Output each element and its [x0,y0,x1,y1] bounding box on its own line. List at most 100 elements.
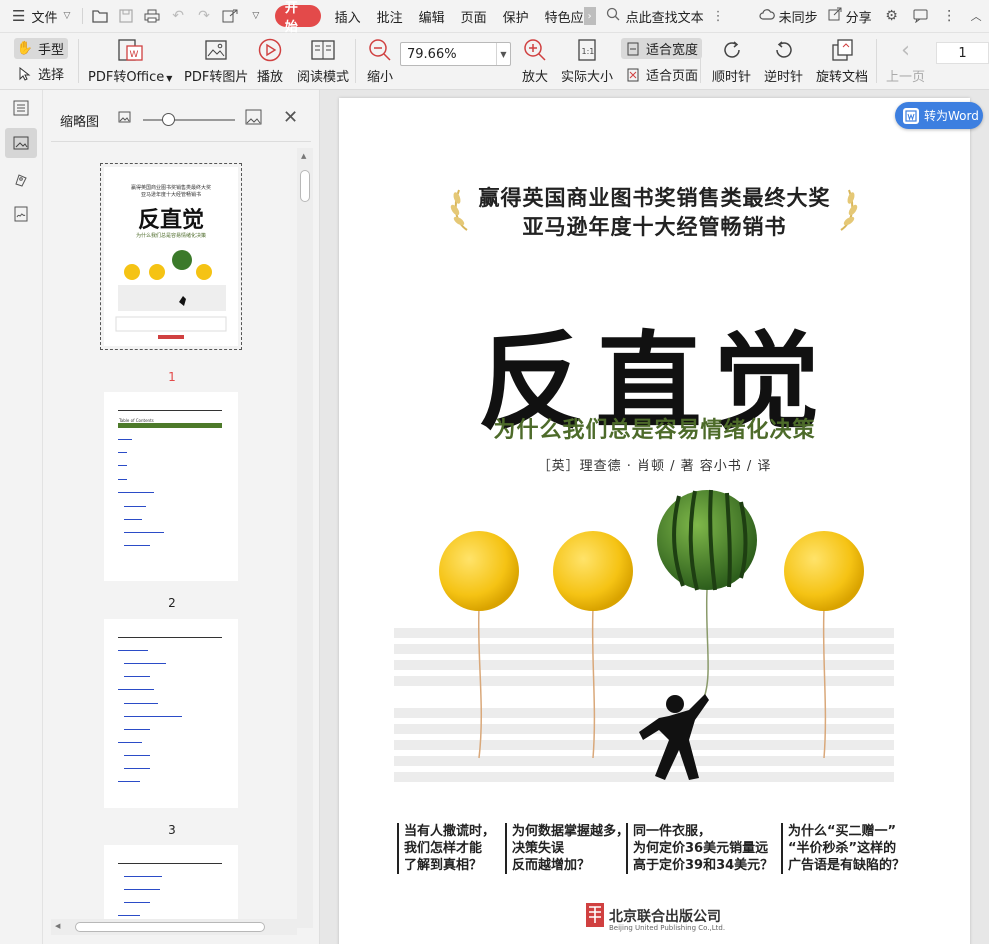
zoom-out-icon [365,37,395,63]
pdf-to-image-icon [201,37,231,63]
thumbnail-page-4[interactable] [104,845,238,922]
save-icon[interactable] [118,8,134,24]
thumbnails-button[interactable] [5,128,37,158]
undo-icon[interactable]: ↶ [170,8,186,24]
select-tool-button[interactable]: 选择 [16,64,64,83]
document-viewport[interactable]: 赢得英国商业图书奖销售类最终大奖 亚马逊年度十大经管畅销书 反直觉 为什么我们总… [320,90,989,944]
more-vertical-icon[interactable]: ⋮ [712,9,725,24]
tab-insert[interactable]: 插入 [327,0,369,33]
thumbnail-size-slider[interactable] [143,119,235,121]
cover-subtitle: 为什么我们总是容易情绪化决策 [493,418,816,443]
rotate-document-button[interactable]: 旋转文档 [816,33,868,85]
thumbnail-enlarge-icon[interactable] [245,109,262,128]
tab-start[interactable]: 开始 [274,1,321,35]
gear-icon[interactable]: ⚙ [884,8,900,24]
play-button[interactable]: 播放 [255,33,285,85]
cloud-icon [759,8,775,24]
thumbnail-page-1[interactable]: 赢得英国商业图书奖销售类最终大奖 亚马逊年度十大经管畅销书 反直觉 为什么我们总… [100,163,242,350]
scrollbar-thumb[interactable] [300,170,310,202]
tab-page[interactable]: 页面 [453,0,495,33]
message-icon[interactable] [912,8,928,24]
separator [876,39,877,83]
thumbnail-vertical-scrollbar[interactable]: ▲ [297,148,313,928]
pdf-to-office-label: PDF转Office [88,70,165,85]
hand-tool-label: 手型 [38,43,65,58]
ribbon-toolbar: ✋ 手型 选择 W PDF转Office ▼ PDF转图片 播放 阅读模式 缩小… [0,33,989,90]
tab-edit[interactable]: 编辑 [411,0,453,33]
question-line: 广告语是有缺陷的？ [788,858,906,873]
cursor-arrow-icon [16,65,34,83]
question-line: 为何数据掌握越多， [512,824,630,839]
share-button[interactable]: 分享 [822,0,878,33]
chevron-down-icon[interactable]: ▽ [248,8,264,24]
signature-button[interactable] [5,199,37,229]
word-convert-icon [903,107,919,124]
close-icon[interactable]: ✕ [283,107,298,128]
annotations-button[interactable] [5,164,37,194]
actual-size-icon-text: 1:1 [582,47,595,56]
publisher-logo-icon [586,903,604,927]
pdf-to-office-icon: W [115,37,145,63]
question-line: 了解到真相？ [404,858,483,873]
share-label: 分享 [845,10,872,26]
cover-authors: ［英］理查德 · 肖顿 / 著 容小书 / 译 [537,459,772,474]
tab-comment[interactable]: 批注 [369,0,411,33]
pdf-to-office-button[interactable]: W PDF转Office ▼ [88,33,172,85]
thumbnail-award-text: 赢得英国商业图书奖销售类最终大奖 [131,184,211,191]
toc-link [124,876,162,877]
thumbnail-list: 赢得英国商业图书奖销售类最终大奖 亚马逊年度十大经管畅销书 反直觉 为什么我们总… [43,142,301,922]
rotate-clockwise-button[interactable]: 顺时针 [712,33,751,85]
zoom-in-icon [520,37,550,63]
fit-width-button[interactable]: 适合宽度 [621,38,703,59]
actual-size-button[interactable]: 1:1 实际大小 [561,33,613,85]
rotate-counterclockwise-button[interactable]: 逆时针 [764,33,803,85]
read-mode-button[interactable]: 阅读模式 [297,33,349,85]
scroll-up-icon[interactable]: ▲ [301,152,306,160]
chevron-left-icon: ‹ [901,37,910,63]
thumbnail-horizontal-scrollbar[interactable]: ◀ [51,919,297,935]
zoom-in-button[interactable]: 放大 [520,33,550,85]
tab-features[interactable]: 特色应 [537,0,588,33]
chevron-down-icon[interactable]: ▼ [496,43,510,65]
cover-question-4: 为什么“买二赠一” “半价秒杀”这样的 广告语是有缺陷的？ [781,823,905,874]
toc-link [118,689,154,690]
fit-page-label: 适合页面 [646,69,699,84]
export-icon[interactable] [222,8,238,24]
zoom-in-label: 放大 [521,70,548,85]
tab-scroll-right-icon[interactable]: › [583,7,596,25]
bookmark-list-button[interactable] [5,93,37,123]
search-box[interactable]: 点此查找文本 ⋮ [596,0,733,33]
zoom-out-label: 缩小 [366,70,393,85]
cover-illustration [394,489,894,782]
convert-to-word-button[interactable]: 转为Word [895,102,983,129]
more-vertical-icon[interactable]: ⋮ [941,8,957,24]
cover-award-line-1: 赢得英国商业图书奖销售类最终大奖 [478,185,831,210]
scrollbar-thumb[interactable] [75,922,265,932]
tab-protect[interactable]: 保护 [495,0,537,33]
prev-page-button[interactable]: ‹ 上一页 [886,33,925,86]
toc-link [118,452,127,453]
thumbnail-page-2[interactable]: Table of Contents [104,392,238,581]
thumbnail-page-3[interactable] [104,619,238,808]
page-number-input[interactable]: 1 [936,42,989,64]
file-menu[interactable]: ☰ 文件 ▽ [0,0,78,33]
redo-icon[interactable]: ↷ [196,8,212,24]
zoom-level-select[interactable]: 79.66% ▼ [400,42,511,66]
open-folder-icon[interactable] [92,8,109,24]
question-line: 反而越增加？ [512,858,591,873]
hand-tool-button[interactable]: ✋ 手型 [14,38,69,59]
thumbnail-page-number-3: 3 [168,823,176,837]
question-line: 决策失误 [512,841,565,856]
collapse-ribbon-icon[interactable]: ︿ [968,8,984,24]
thumbnail-cover-graphic: 赢得英国商业图书奖销售类最终大奖 亚马逊年度十大经管畅销书 反直觉 为什么我们总… [104,167,238,346]
scroll-left-icon[interactable]: ◀ [55,922,60,930]
sync-status[interactable]: 未同步 [755,0,822,33]
thumbnail-size-slider-handle[interactable] [162,113,175,126]
fit-page-button[interactable]: 适合页面 [624,65,698,84]
toc-link [124,703,158,704]
thumbnail-shrink-icon[interactable] [118,111,131,126]
print-icon[interactable] [144,8,160,24]
pdf-to-image-label: PDF转图片 [184,70,249,85]
zoom-out-button[interactable]: 缩小 [365,33,395,85]
pdf-to-image-button[interactable]: PDF转图片 [184,33,248,85]
